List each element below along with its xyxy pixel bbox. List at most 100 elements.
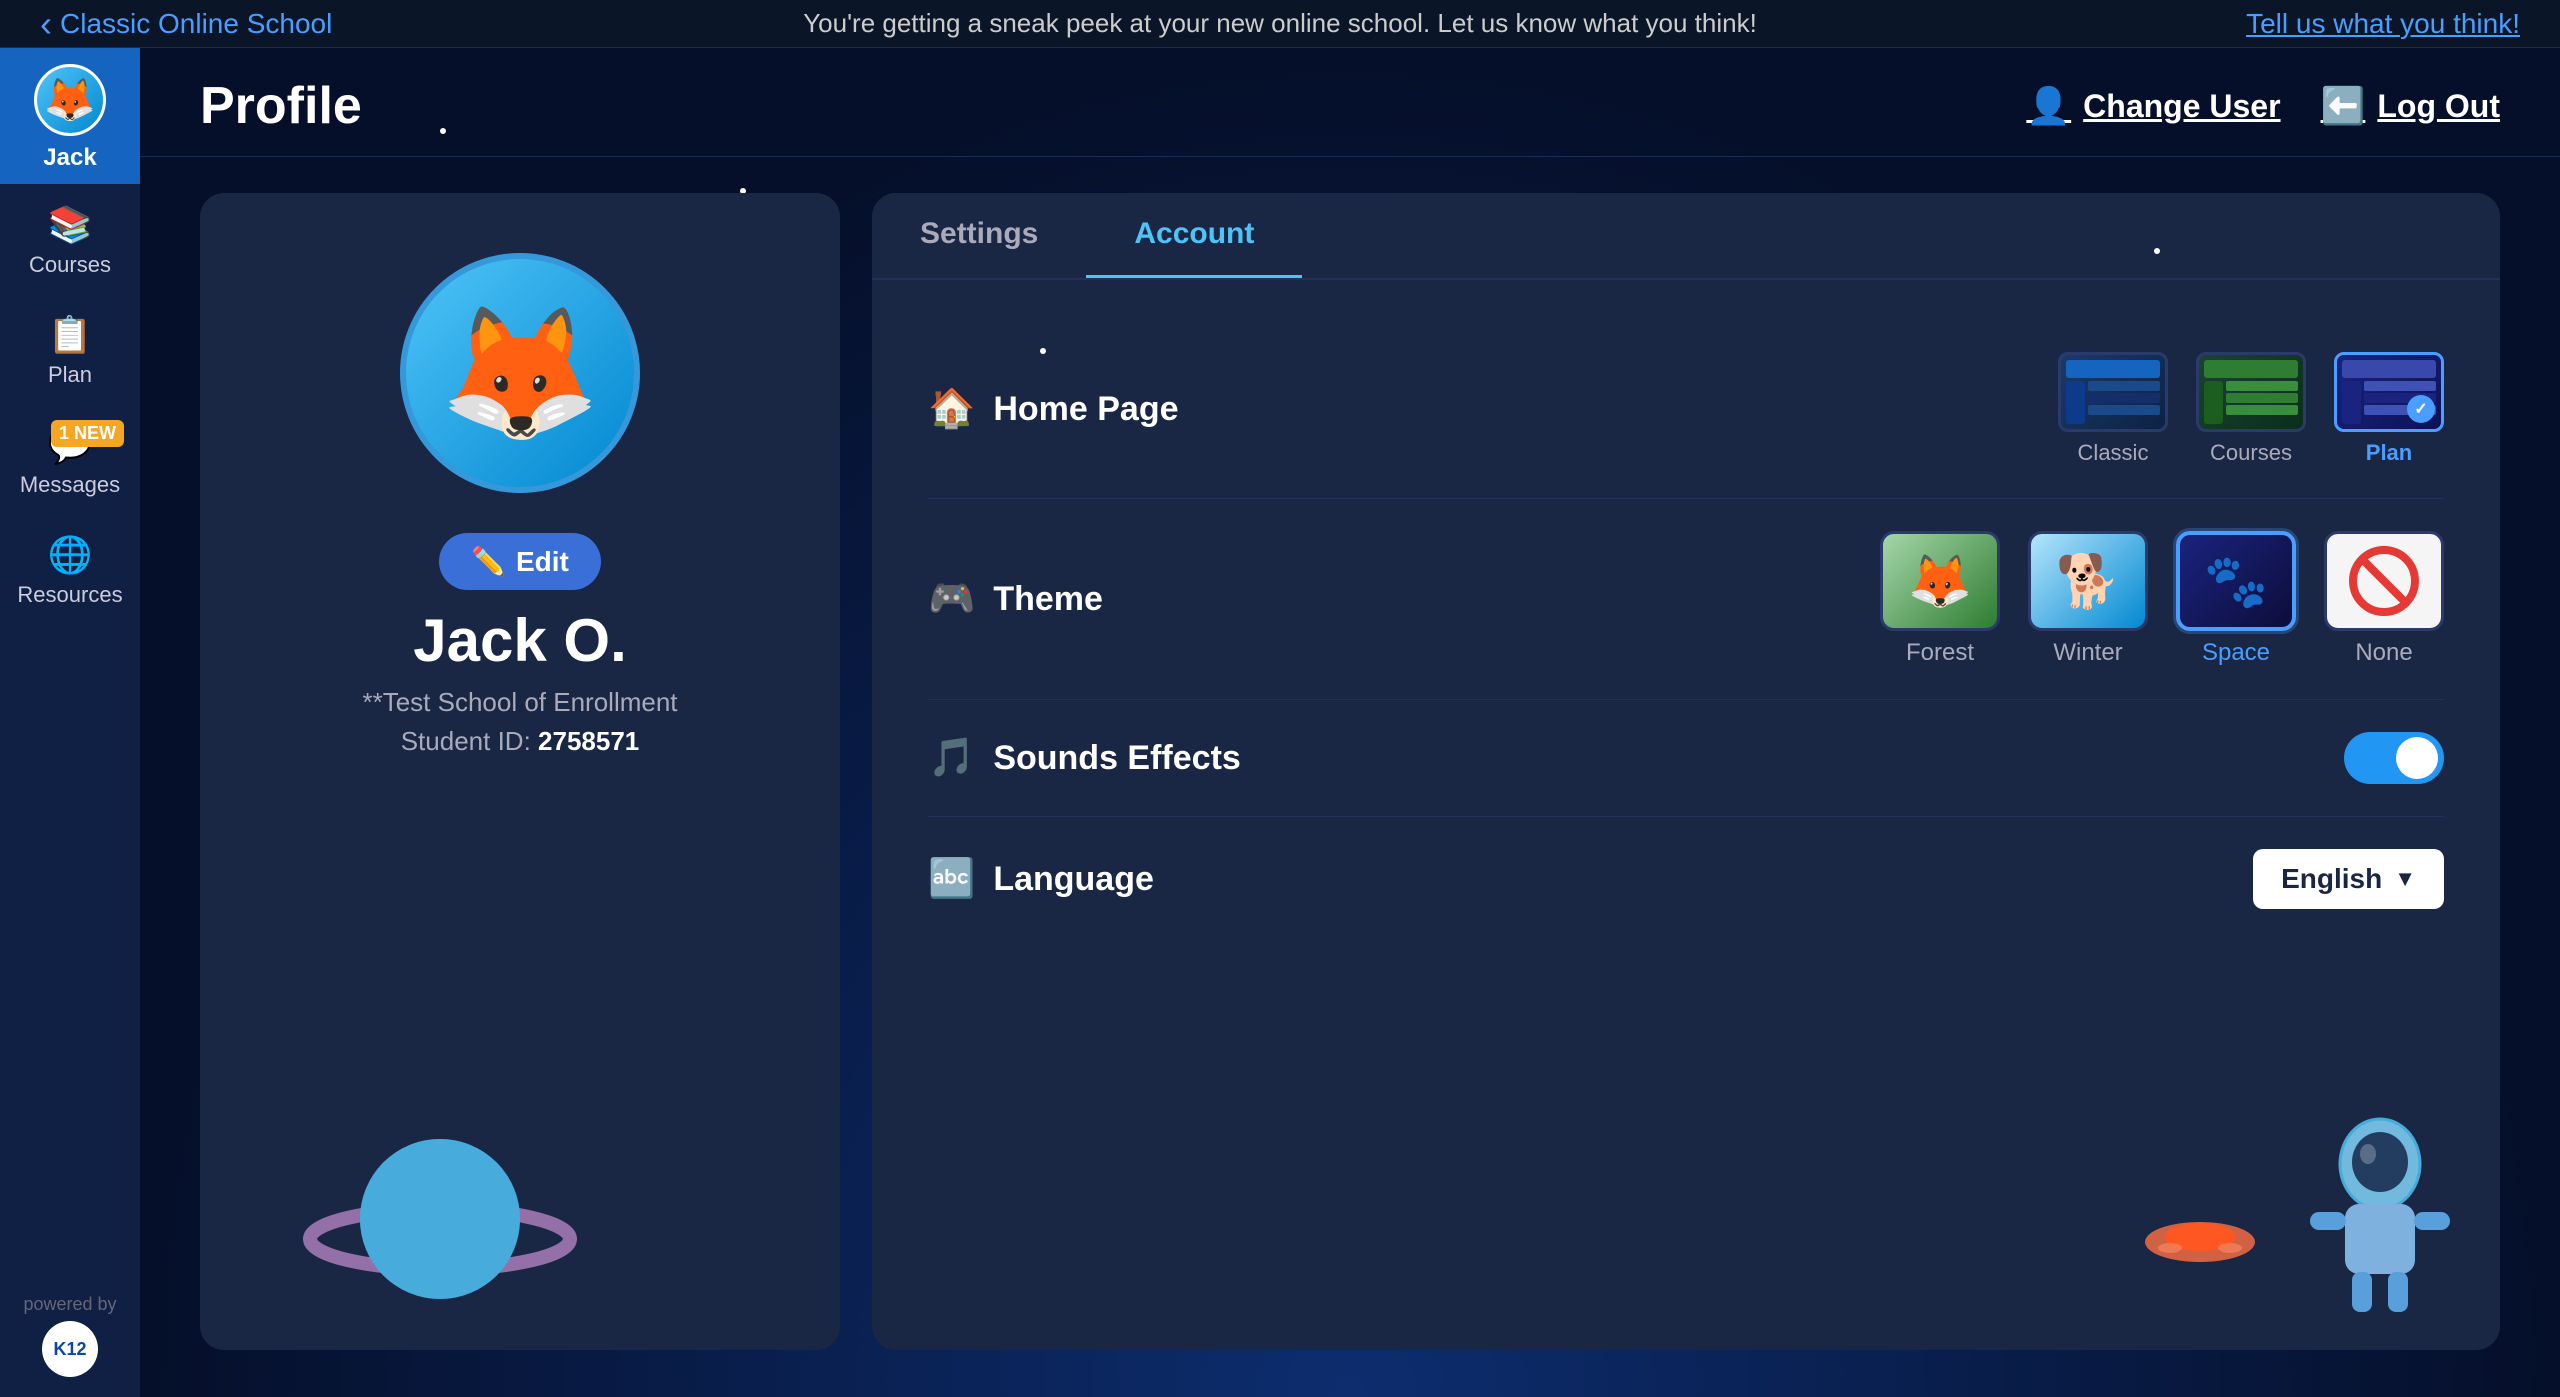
forest-label: Forest <box>1906 639 1974 667</box>
logout-label: Log Out <box>2377 88 2500 125</box>
page-title: Profile <box>200 76 362 136</box>
home-page-row: 🏠 Home Page <box>928 320 2444 499</box>
student-id-value: 2758571 <box>538 726 639 756</box>
theme-options: 🦊 Forest 🐕 Winter <box>1880 531 2444 667</box>
sounds-effects-row: 🎵 Sounds Effects <box>928 700 2444 817</box>
tabs: Settings Account <box>872 193 2500 280</box>
profile-student-id: Student ID: 2758571 <box>401 726 640 757</box>
edit-button[interactable]: ✏️ Edit <box>439 533 601 590</box>
banner-center-text: You're getting a sneak peek at your new … <box>803 8 1757 39</box>
profile-name: Jack O. <box>413 606 627 675</box>
language-value: English <box>2281 863 2382 895</box>
main-content: Profile 👤 Change User ⬅️ Log Out 🦊 ✏️ Ed… <box>140 48 2560 1397</box>
page-header: Profile 👤 Change User ⬅️ Log Out <box>140 48 2560 157</box>
profile-avatar-wrapper: 🦊 <box>400 253 640 493</box>
header-actions: 👤 Change User ⬅️ Log Out <box>2026 85 2500 127</box>
home-page-plan[interactable]: ✓ Plan <box>2334 352 2444 466</box>
plan-selected-check: ✓ <box>2407 395 2435 423</box>
profile-card: 🦊 ✏️ Edit Jack O. **Test School of Enrol… <box>200 193 840 1350</box>
sidebar-label-plan: Plan <box>48 362 92 388</box>
edit-icon: ✏️ <box>471 545 506 578</box>
language-icon: 🔤 <box>928 857 975 901</box>
messages-badge: 1 NEW <box>51 420 124 447</box>
winter-label: Winter <box>2053 639 2122 667</box>
sidebar-username: Jack <box>43 144 96 172</box>
settings-panel: Settings Account 🏠 Home Page <box>872 193 2500 1350</box>
none-label: None <box>2355 639 2412 667</box>
tab-settings[interactable]: Settings <box>872 193 1086 278</box>
sounds-text: Sounds Effects <box>993 739 1240 778</box>
sidebar-item-courses[interactable]: 📚 Courses <box>0 184 140 294</box>
profile-area: 🦊 ✏️ Edit Jack O. **Test School of Enrol… <box>140 157 2560 1386</box>
theme-text: Theme <box>993 580 1103 619</box>
sounds-label: 🎵 Sounds Effects <box>928 736 1241 780</box>
theme-space[interactable]: 🐾 Space <box>2176 531 2296 667</box>
sidebar-label-resources: Resources <box>17 582 122 608</box>
sidebar: 🦊 Jack 📚 Courses 📋 Plan 1 NEW 💬 Messages… <box>0 48 140 1397</box>
sidebar-label-courses: Courses <box>29 252 111 278</box>
sidebar-item-messages[interactable]: 1 NEW 💬 Messages <box>0 404 140 514</box>
theme-icon: 🎮 <box>928 577 975 621</box>
winter-theme-img: 🐕 <box>2028 531 2148 631</box>
plan-label: Plan <box>2366 440 2412 466</box>
classic-thumbnail <box>2058 352 2168 432</box>
winter-emoji: 🐕 <box>2056 551 2121 612</box>
sidebar-item-plan[interactable]: 📋 Plan <box>0 294 140 404</box>
logout-button[interactable]: ⬅️ Log Out <box>2321 85 2500 127</box>
plan-thumbnail: ✓ <box>2334 352 2444 432</box>
logout-icon: ⬅️ <box>2321 85 2366 127</box>
theme-none[interactable]: None <box>2324 531 2444 667</box>
tab-account[interactable]: Account <box>1086 193 1302 278</box>
language-dropdown[interactable]: English ▼ <box>2253 849 2444 909</box>
none-theme-img <box>2324 531 2444 631</box>
space-theme-img: 🐾 <box>2176 531 2296 631</box>
sidebar-label-messages: Messages <box>20 472 120 498</box>
change-user-label: Change User <box>2083 88 2280 125</box>
sounds-icon: 🎵 <box>928 736 975 780</box>
theme-label: 🎮 Theme <box>928 577 1103 621</box>
sidebar-item-resources[interactable]: 🌐 Resources <box>0 514 140 624</box>
language-text: Language <box>993 860 1154 899</box>
settings-content: 🏠 Home Page <box>872 280 2500 1350</box>
k12-logo: K12 <box>42 1321 98 1377</box>
avatar: 🦊 <box>34 64 106 136</box>
sidebar-avatar[interactable]: 🦊 Jack <box>0 48 140 184</box>
courses-icon: 📚 <box>48 204 93 246</box>
sounds-toggle[interactable] <box>2344 732 2444 784</box>
home-page-text: Home Page <box>993 390 1178 429</box>
profile-school: **Test School of Enrollment <box>362 687 677 718</box>
courses-label: Courses <box>2210 440 2292 466</box>
avatar-emoji: 🦊 <box>439 297 601 450</box>
theme-winter[interactable]: 🐕 Winter <box>2028 531 2148 667</box>
space-emoji: 🐾 <box>2204 551 2269 612</box>
theme-forest[interactable]: 🦊 Forest <box>1880 531 2000 667</box>
forest-emoji: 🦊 <box>1908 551 1973 612</box>
profile-avatar: 🦊 <box>400 253 640 493</box>
home-page-classic[interactable]: Classic <box>2058 352 2168 466</box>
space-label: Space <box>2202 639 2270 667</box>
edit-label: Edit <box>516 546 569 578</box>
back-link[interactable]: Classic Online School <box>40 3 332 45</box>
toggle-knob <box>2396 737 2438 779</box>
home-page-label: 🏠 Home Page <box>928 387 1179 431</box>
plan-icon: 📋 <box>48 314 93 356</box>
dropdown-arrow-icon: ▼ <box>2394 866 2416 892</box>
forest-theme-img: 🦊 <box>1880 531 2000 631</box>
language-row: 🔤 Language English ▼ <box>928 817 2444 941</box>
sidebar-bottom: powered by K12 <box>23 1274 116 1397</box>
home-page-options: Classic <box>2058 352 2444 466</box>
home-page-courses[interactable]: Courses <box>2196 352 2306 466</box>
feedback-link[interactable]: Tell us what you think! <box>2246 8 2520 40</box>
classic-label: Classic <box>2078 440 2149 466</box>
theme-row: 🎮 Theme 🦊 Forest <box>928 499 2444 700</box>
language-label: 🔤 Language <box>928 857 1154 901</box>
home-icon: 🏠 <box>928 387 975 431</box>
courses-thumbnail <box>2196 352 2306 432</box>
powered-by-text: powered by <box>23 1294 116 1315</box>
resources-icon: 🌐 <box>48 534 93 576</box>
change-user-button[interactable]: 👤 Change User <box>2026 85 2280 127</box>
student-id-label: Student ID: <box>401 726 531 756</box>
change-user-icon: 👤 <box>2026 85 2071 127</box>
no-symbol <box>2349 546 2419 616</box>
top-banner: Classic Online School You're getting a s… <box>0 0 2560 48</box>
